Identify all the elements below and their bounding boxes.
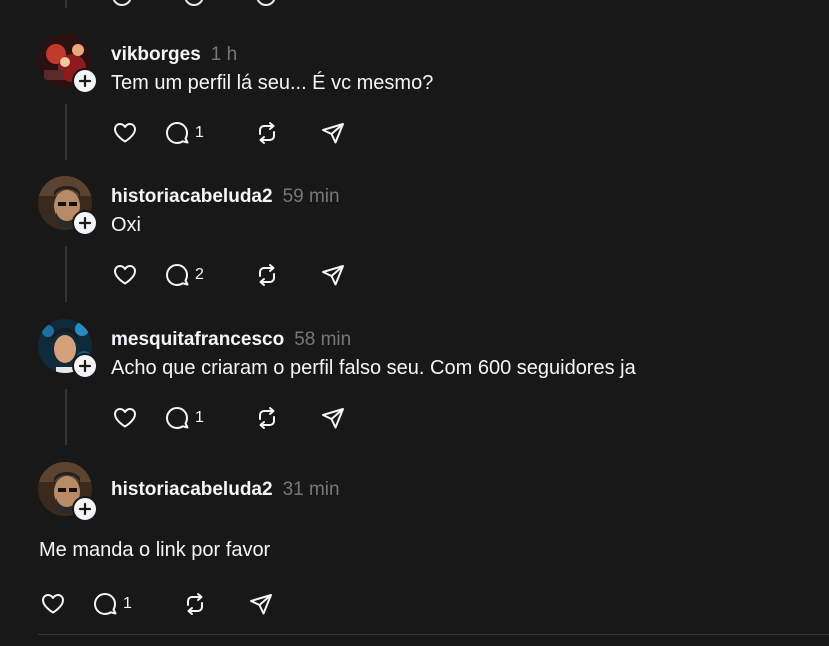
plus-icon: [78, 74, 92, 88]
reply-header: historiacabeluda2 31 min: [111, 479, 340, 501]
replies-count: 2: [195, 266, 204, 283]
repost-icon: [259, 264, 275, 286]
replies-count: 1: [195, 124, 204, 141]
share-button[interactable]: [319, 404, 347, 432]
reply-header: historiacabeluda2 59 min: [111, 186, 340, 208]
heart-icon: [114, 123, 136, 143]
timestamp: 31 min: [282, 479, 340, 500]
heart-icon: [114, 265, 136, 285]
reply-header: vikborges 1 h: [111, 44, 237, 66]
thread-line: [65, 0, 67, 8]
action-bar: 1: [111, 404, 347, 432]
divider: [38, 634, 829, 635]
plus-icon: [78, 216, 92, 230]
comment-icon: [166, 264, 189, 286]
like-button[interactable]: [39, 590, 91, 618]
comment-icon: [94, 593, 117, 615]
repost-icon: [259, 407, 275, 429]
like-button[interactable]: [111, 119, 163, 147]
comment-icon[interactable]: [184, 0, 204, 6]
repost-icon: [187, 593, 203, 615]
timestamp: 58 min: [294, 329, 352, 350]
repost-button[interactable]: [253, 119, 319, 147]
replies-count: 1: [195, 409, 204, 426]
plus-icon: [78, 502, 92, 516]
avatar-container[interactable]: [38, 462, 98, 522]
thread-line: [65, 389, 67, 445]
repost-icon[interactable]: [256, 0, 276, 6]
timestamp: 59 min: [282, 186, 340, 207]
heart-icon: [42, 594, 64, 614]
follow-button[interactable]: [72, 210, 98, 236]
repost-icon: [259, 122, 275, 144]
thread-page: vikborges 1 h Tem um perfil lá seu... É …: [0, 0, 829, 646]
like-button[interactable]: [111, 261, 163, 289]
repost-button[interactable]: [181, 590, 247, 618]
replies-count: 1: [123, 595, 132, 612]
share-button[interactable]: [247, 590, 275, 618]
reply-text: Tem um perfil lá seu... É vc mesmo?: [111, 72, 434, 94]
heart-icon[interactable]: [112, 0, 132, 6]
repost-button[interactable]: [253, 261, 319, 289]
heart-icon: [114, 408, 136, 428]
send-icon: [322, 408, 344, 429]
username[interactable]: historiacabeluda2: [111, 186, 273, 208]
avatar-container[interactable]: [38, 319, 98, 379]
follow-button[interactable]: [72, 496, 98, 522]
reply-text: Oxi: [111, 214, 141, 236]
reply-button[interactable]: 2: [163, 261, 253, 289]
share-button[interactable]: [319, 261, 347, 289]
reply-text: Me manda o link por favor: [39, 539, 271, 561]
username[interactable]: historiacabeluda2: [111, 479, 273, 501]
thread-line: [65, 246, 67, 302]
like-button[interactable]: [111, 404, 163, 432]
comment-icon: [166, 122, 189, 144]
send-icon: [322, 265, 344, 286]
reply-button[interactable]: 1: [163, 404, 253, 432]
action-bar: 1: [39, 590, 275, 618]
action-bar: 2: [111, 261, 347, 289]
reply-button[interactable]: 1: [91, 590, 181, 618]
previous-post-actions: [112, 0, 276, 6]
action-bar: 1: [111, 119, 347, 147]
repost-button[interactable]: [253, 404, 319, 432]
follow-button[interactable]: [72, 68, 98, 94]
username[interactable]: vikborges: [111, 44, 201, 66]
share-button[interactable]: [319, 119, 347, 147]
thread-line: [65, 104, 67, 160]
follow-button[interactable]: [72, 353, 98, 379]
plus-icon: [78, 359, 92, 373]
avatar-container[interactable]: [38, 176, 98, 236]
avatar-container[interactable]: [38, 34, 98, 94]
timestamp: 1 h: [210, 44, 238, 65]
comment-icon: [166, 407, 189, 429]
reply-text: Acho que criaram o perfil falso seu. Com…: [111, 357, 636, 379]
reply-button[interactable]: 1: [163, 119, 253, 147]
reply-header: mesquitafrancesco 58 min: [111, 329, 351, 351]
username[interactable]: mesquitafrancesco: [111, 329, 284, 351]
send-icon: [250, 594, 272, 615]
send-icon: [322, 123, 344, 144]
